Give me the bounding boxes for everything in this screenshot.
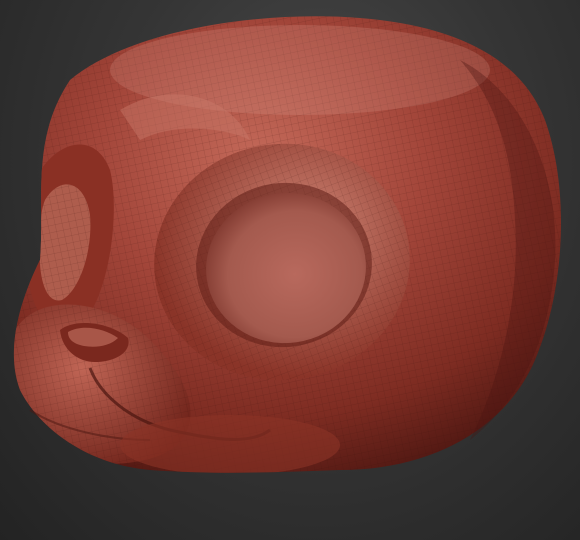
cheek — [120, 415, 340, 473]
sculpt-model-canvas[interactable] — [0, 0, 580, 540]
sculpt-viewport[interactable] — [0, 0, 580, 540]
